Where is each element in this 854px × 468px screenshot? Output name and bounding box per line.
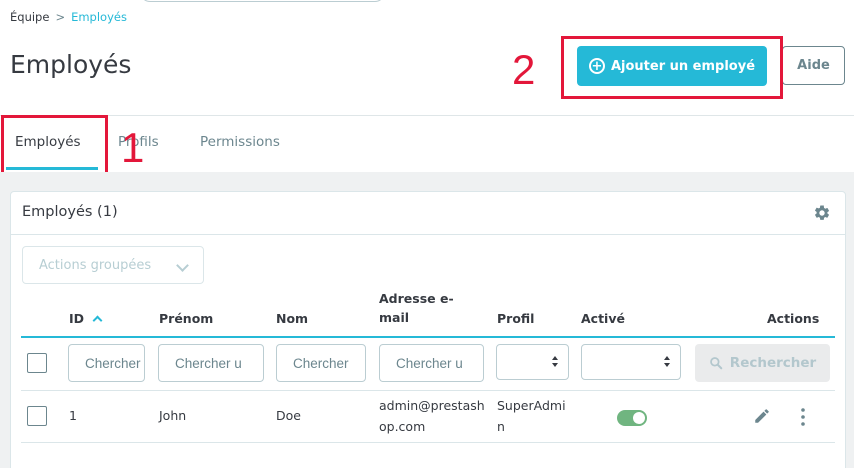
column-header-email-line2: mail xyxy=(379,310,410,325)
row-divider xyxy=(21,442,835,443)
select-all-checkbox[interactable] xyxy=(27,353,47,373)
column-header-firstname[interactable]: Prénom xyxy=(159,311,213,326)
cell-email: admin@prestash op.com xyxy=(379,395,485,437)
toggle-knob xyxy=(633,412,645,424)
table-header-line xyxy=(21,336,835,338)
breadcrumb: Équipe > Employés xyxy=(10,10,127,24)
filter-firstname-input[interactable] xyxy=(158,344,264,382)
cell-email-line1: admin@prestash xyxy=(379,398,485,413)
breadcrumb-current[interactable]: Employés xyxy=(71,10,127,24)
column-header-lastname[interactable]: Nom xyxy=(276,311,308,326)
active-toggle[interactable] xyxy=(617,410,647,426)
edit-pencil-icon[interactable] xyxy=(753,407,771,425)
breadcrumb-separator: > xyxy=(55,10,66,24)
search-icon xyxy=(709,357,723,370)
annotation-box-2 xyxy=(561,36,783,99)
gear-icon[interactable] xyxy=(813,204,831,222)
column-header-email[interactable]: Adresse e- mail xyxy=(379,291,454,325)
sort-ascending-icon xyxy=(92,315,103,326)
top-search-field[interactable] xyxy=(140,0,385,2)
column-header-profile[interactable]: Profil xyxy=(497,311,534,326)
search-button[interactable]: Rechercher xyxy=(695,344,830,382)
column-header-id-label: ID xyxy=(69,311,85,326)
column-header-email-line1: Adresse e- xyxy=(379,291,454,306)
help-button[interactable]: Aide xyxy=(782,46,845,85)
filter-active-select[interactable] xyxy=(581,344,681,380)
cell-firstname: John xyxy=(159,408,187,423)
annotation-number-2: 2 xyxy=(512,46,536,93)
filter-id-input[interactable] xyxy=(68,344,145,382)
column-header-id[interactable]: ID xyxy=(69,311,103,326)
cell-profile: SuperAdmi n xyxy=(497,395,566,437)
filter-email-input[interactable] xyxy=(379,344,484,382)
bulk-actions-label: Actions groupées xyxy=(39,257,152,273)
cell-id: 1 xyxy=(69,408,77,423)
filter-lastname-input[interactable] xyxy=(276,344,366,382)
page-title: Employés xyxy=(10,50,132,79)
card-title: Employés (1) xyxy=(22,204,118,220)
search-button-label: Rechercher xyxy=(729,355,817,371)
select-arrows-icon xyxy=(552,356,558,370)
select-arrows-icon xyxy=(664,356,670,370)
row-checkbox[interactable] xyxy=(27,406,47,426)
cell-lastname: Doe xyxy=(276,408,301,423)
column-header-active[interactable]: Activé xyxy=(581,311,625,326)
bulk-actions-dropdown[interactable]: Actions groupées xyxy=(22,246,204,284)
column-header-actions: Actions xyxy=(767,311,820,326)
breadcrumb-parent[interactable]: Équipe xyxy=(10,10,49,24)
cell-email-line2: op.com xyxy=(379,419,426,434)
annotation-number-1: 1 xyxy=(121,124,145,171)
filter-profile-select[interactable] xyxy=(496,344,569,380)
filter-row-line xyxy=(21,390,835,391)
header-divider xyxy=(0,115,854,116)
tab-permissions[interactable]: Permissions xyxy=(200,134,280,150)
more-options-icon[interactable] xyxy=(801,408,805,426)
chevron-down-icon xyxy=(176,259,189,272)
employees-card: Employés (1) Actions groupées ID Prénom … xyxy=(10,191,846,468)
card-header: Employés (1) xyxy=(11,192,845,235)
cell-profile-line2: n xyxy=(497,419,505,434)
cell-profile-line1: SuperAdmi xyxy=(497,398,566,413)
